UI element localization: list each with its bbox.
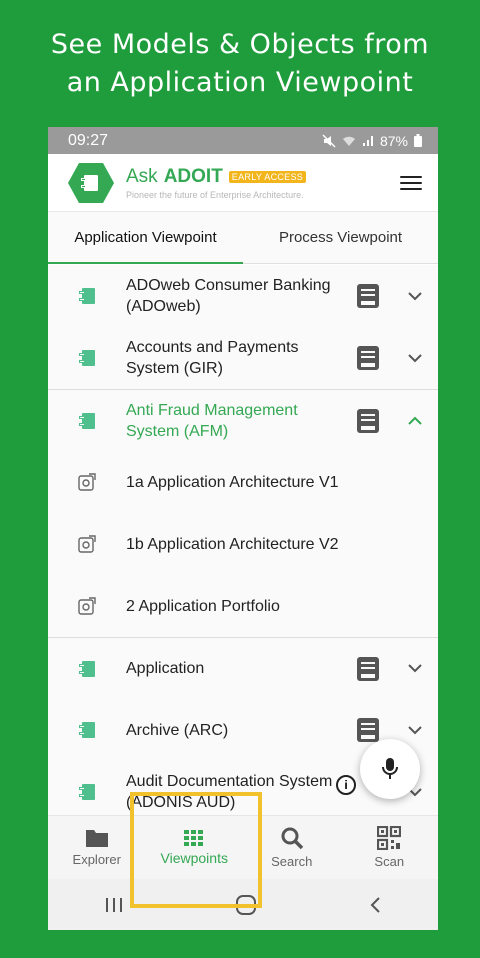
nav-explorer-label: Explorer <box>72 852 121 867</box>
model-view-icon <box>78 535 96 553</box>
list-item[interactable]: Anti Fraud Management System (AFM) <box>48 389 438 451</box>
brand-tagline: Pioneer the future of Enterprise Archite… <box>126 189 304 200</box>
promo-caption: See Models & Objects from an Application… <box>0 26 480 102</box>
folder-icon <box>85 830 108 847</box>
list-item-label: 1b Application Architecture V2 <box>126 535 339 553</box>
list-item-label: Accounts and Payments System (GIR) <box>126 339 299 377</box>
hamburger-menu-icon[interactable] <box>398 173 424 193</box>
chevron-up-icon[interactable] <box>408 416 422 425</box>
voice-search-button[interactable] <box>360 739 420 799</box>
tab-process-viewpoint[interactable]: Process Viewpoint <box>243 212 438 263</box>
list-item-label: Archive (ARC) <box>126 721 229 739</box>
list-item[interactable]: 1a Application Architecture V1 <box>48 451 438 513</box>
viewpoints-highlight-box <box>130 792 262 908</box>
list-item[interactable]: 1b Application Architecture V2 <box>48 513 438 575</box>
signal-icon <box>362 135 373 146</box>
promo-line-2: an Application Viewpoint <box>66 67 414 98</box>
application-component-icon <box>79 350 95 366</box>
status-icons: 87% <box>322 133 422 149</box>
chevron-down-icon[interactable] <box>408 353 422 363</box>
tab-application-viewpoint[interactable]: Application Viewpoint <box>48 212 243 264</box>
viewpoint-list: ADOweb Consumer Banking (ADOweb) Account… <box>48 265 438 815</box>
recent-apps-icon[interactable] <box>104 896 124 914</box>
chevron-down-icon[interactable] <box>408 725 422 735</box>
list-item-label: Anti Fraud Management System (AFM) <box>126 401 298 440</box>
book-icon[interactable] <box>356 408 380 434</box>
nav-scan-label: Scan <box>374 854 405 869</box>
book-icon[interactable] <box>356 717 380 743</box>
mute-icon <box>322 133 336 148</box>
nav-search-label: Search <box>271 854 313 869</box>
early-access-badge: EARLY ACCESS <box>228 170 307 183</box>
list-item[interactable]: ADOweb Consumer Banking (ADOweb) <box>48 265 438 327</box>
status-time: 09:27 <box>68 131 109 149</box>
brand-name: ADOIT <box>163 165 223 187</box>
nav-scan[interactable]: Scan <box>341 816 439 879</box>
viewpoint-tabs: Application Viewpoint Process Viewpoint <box>48 212 438 264</box>
list-item-label: Application <box>126 660 205 677</box>
brand: Ask ADOIT EARLY ACCESS Pioneer the futur… <box>126 166 398 200</box>
promo-line-1: See Models & Objects from <box>50 29 430 60</box>
wifi-icon <box>342 136 355 146</box>
application-component-icon <box>79 722 95 738</box>
back-icon[interactable] <box>368 896 382 914</box>
microphone-icon <box>382 758 398 779</box>
chevron-down-icon[interactable] <box>408 664 422 673</box>
application-component-icon <box>79 288 95 304</box>
battery-icon <box>414 134 422 147</box>
app-bar: Ask ADOIT EARLY ACCESS Pioneer the futur… <box>48 154 438 212</box>
info-icon[interactable]: i <box>336 775 356 795</box>
status-bar: 09:27 87% <box>48 127 438 154</box>
book-icon[interactable] <box>356 283 380 309</box>
list-item-label: ADOweb Consumer Banking (ADOweb) <box>126 277 331 315</box>
model-view-icon <box>78 473 96 491</box>
adoit-logo-icon <box>68 162 114 203</box>
list-item[interactable]: Application <box>48 637 438 699</box>
brand-ask: Ask <box>126 165 158 187</box>
list-item[interactable]: 2 Application Portfolio <box>48 575 438 637</box>
list-item-label: 2 Application Portfolio <box>126 597 280 615</box>
list-item[interactable]: Accounts and Payments System (GIR) <box>48 327 438 389</box>
application-component-icon <box>79 412 95 429</box>
book-icon[interactable] <box>356 345 380 371</box>
search-icon <box>281 827 303 850</box>
application-component-icon <box>79 660 95 677</box>
application-component-icon <box>79 784 95 800</box>
battery-percent: 87% <box>379 132 408 149</box>
qr-code-icon <box>377 826 402 850</box>
list-item-label: 1a Application Architecture V1 <box>126 473 339 491</box>
book-icon[interactable] <box>356 656 380 682</box>
model-view-icon <box>78 597 96 615</box>
chevron-down-icon[interactable] <box>408 291 422 301</box>
